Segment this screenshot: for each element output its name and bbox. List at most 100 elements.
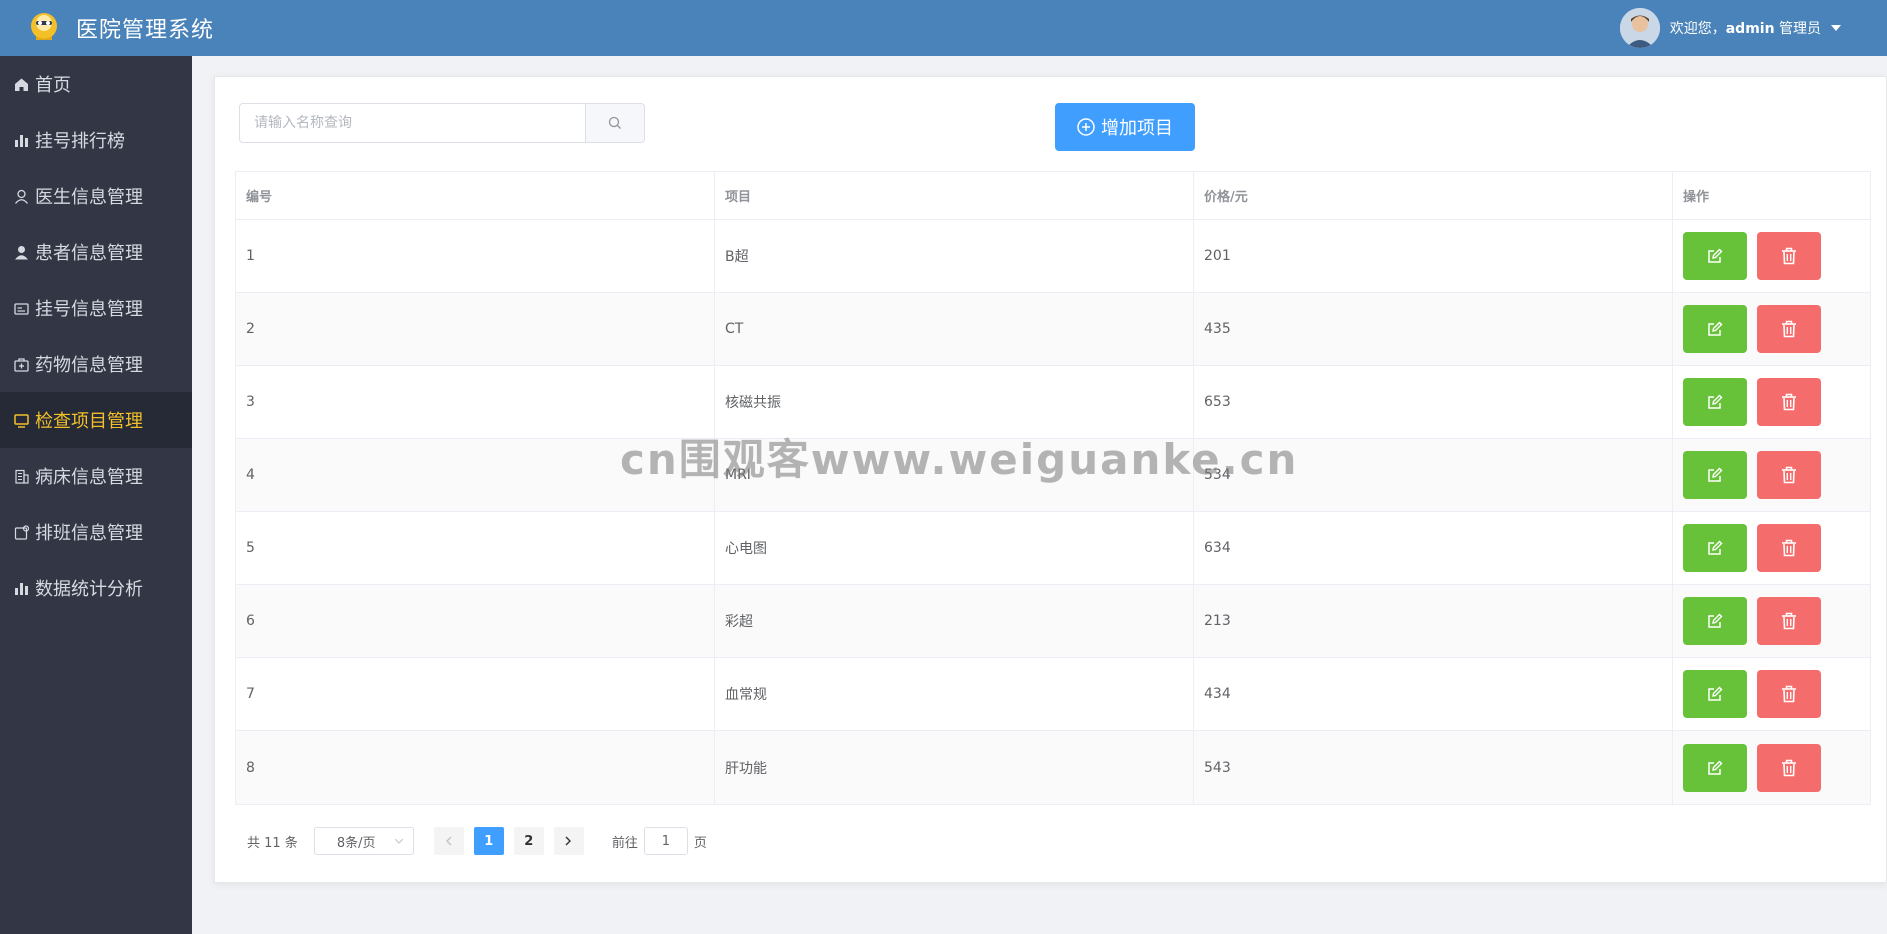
delete-button[interactable] [1757,232,1821,280]
cell-actions [1673,731,1870,804]
trash-icon [1782,320,1796,338]
avatar-image-icon [1619,8,1660,48]
user-menu[interactable]: 欢迎您，admin 管理员 [1619,6,1841,50]
cell-name: 肝功能 [715,731,1194,804]
building-icon [15,469,29,484]
delete-button[interactable] [1757,524,1821,572]
search-button[interactable] [585,104,644,142]
sidebar-item-8[interactable]: 病床信息管理 [0,448,192,504]
trash-icon [1782,685,1796,703]
sidebar-item-label: 患者信息管理 [35,243,143,264]
table-row: 1 B超 201 [236,220,1870,293]
sidebar-item-label: 首页 [35,75,71,96]
edit-button[interactable] [1683,378,1747,426]
cell-actions [1673,658,1870,730]
edit-icon [1708,394,1723,409]
edit-icon [1708,760,1723,775]
cell-price: 213 [1194,585,1673,657]
sidebar: 首页挂号排行榜 医生信息管理患者信息管理挂号信息管理药物信息管理检查项目管理 病床信… [0,56,192,934]
cell-price: 534 [1194,439,1673,511]
delete-button[interactable] [1757,451,1821,499]
search-icon [608,116,621,129]
bar-chart-icon [15,582,28,595]
delete-button[interactable] [1757,597,1821,645]
goto-page: 前往 页 [612,827,707,855]
app-title: 医院管理系统 [76,18,215,43]
username: admin [1725,21,1775,37]
goto-page-input[interactable] [643,827,688,855]
person-filled-icon [15,245,28,259]
edit-icon [1708,613,1723,628]
edit-icon [1708,321,1723,336]
cell-price: 543 [1194,731,1673,804]
sidebar-item-10[interactable]: 数据统计分析 [0,560,192,616]
top-header: 医院管理系统 欢迎您，admin 管理员 [0,0,1887,56]
edit-button[interactable] [1683,305,1747,353]
bar-chart-icon [15,134,28,147]
search-input[interactable] [240,104,585,142]
edit-button[interactable] [1683,743,1747,792]
chevron-left-icon [446,836,452,846]
edit-button[interactable] [1683,670,1747,718]
edit-button[interactable] [1683,232,1747,280]
sidebar-item-4[interactable]: 患者信息管理 [0,224,192,280]
cell-id: 6 [236,585,715,657]
cell-price: 653 [1194,366,1673,438]
cell-actions [1673,512,1870,584]
avatar[interactable] [1619,8,1660,48]
page-button[interactable]: 1 [473,827,504,855]
sidebar-item-2[interactable]: 挂号排行榜 [0,112,192,168]
edit-button[interactable] [1683,451,1747,499]
sidebar-item-9[interactable]: 排班信息管理 [0,504,192,560]
sidebar-item-3[interactable]: 医生信息管理 [0,168,192,224]
monitor-icon [14,413,29,428]
delete-button[interactable] [1757,670,1821,718]
page-size-select[interactable]: 8条/页 [313,827,414,855]
cell-price: 201 [1194,220,1673,292]
cell-actions [1673,439,1870,511]
add-item-label: 增加项目 [1101,118,1173,139]
table-row: 5 心电图 634 [236,512,1870,585]
trash-icon [1782,612,1796,630]
column-header: 操作 [1683,190,1710,205]
cell-id: 3 [236,366,715,438]
sidebar-item-1[interactable]: 首页 [0,56,192,112]
delete-button[interactable] [1757,743,1821,792]
user-icon [14,189,29,204]
sidebar-item-6[interactable]: 药物信息管理 [0,336,192,392]
table-row: 7 血常规 434 [236,658,1870,731]
items-table: 编号 项目 价格/元 操作 1 B超 201 2 CT 435 3 核磁共振 653 4 MRI 534 5 心电… [235,171,1871,805]
table-row: 2 CT 435 [236,293,1870,366]
sidebar-item-label: 药物信息管理 [35,355,143,376]
table-row: 4 MRI 534 [236,439,1870,512]
sidebar-item-7[interactable]: 检查项目管理 [0,392,192,448]
edit-button[interactable] [1683,524,1747,572]
sidebar-item-5[interactable]: 挂号信息管理 [0,280,192,336]
cell-id: 1 [236,220,715,292]
caret-down-icon[interactable] [1831,25,1841,31]
add-item-button[interactable]: 增加项目 [1055,103,1195,151]
welcome-text: 欢迎您，admin 管理员 [1669,21,1821,37]
table-row: 8 肝功能 543 [236,731,1870,804]
cell-name: 核磁共振 [715,366,1194,438]
search-box [239,103,645,143]
next-page-button[interactable] [553,827,584,855]
user-role: 管理员 [1779,21,1821,37]
chevron-right-icon [565,836,572,846]
cell-name: MRI [715,439,1194,511]
page-button[interactable]: 2 [513,827,544,855]
cell-id: 7 [236,658,715,730]
cell-id: 4 [236,439,715,511]
goto-label: 前往 [611,835,638,851]
prev-page-button[interactable] [433,827,464,855]
edit-icon [1708,467,1723,482]
trash-icon [1782,539,1796,557]
pagination: 共 11 条 8条/页 12 前往 页 [247,827,707,855]
logo-icon [31,13,57,40]
cell-name: CT [715,293,1194,365]
edit-button[interactable] [1683,597,1747,645]
delete-button[interactable] [1757,378,1821,426]
cell-actions [1673,366,1870,438]
delete-button[interactable] [1757,305,1821,353]
cell-name: 彩超 [715,585,1194,657]
